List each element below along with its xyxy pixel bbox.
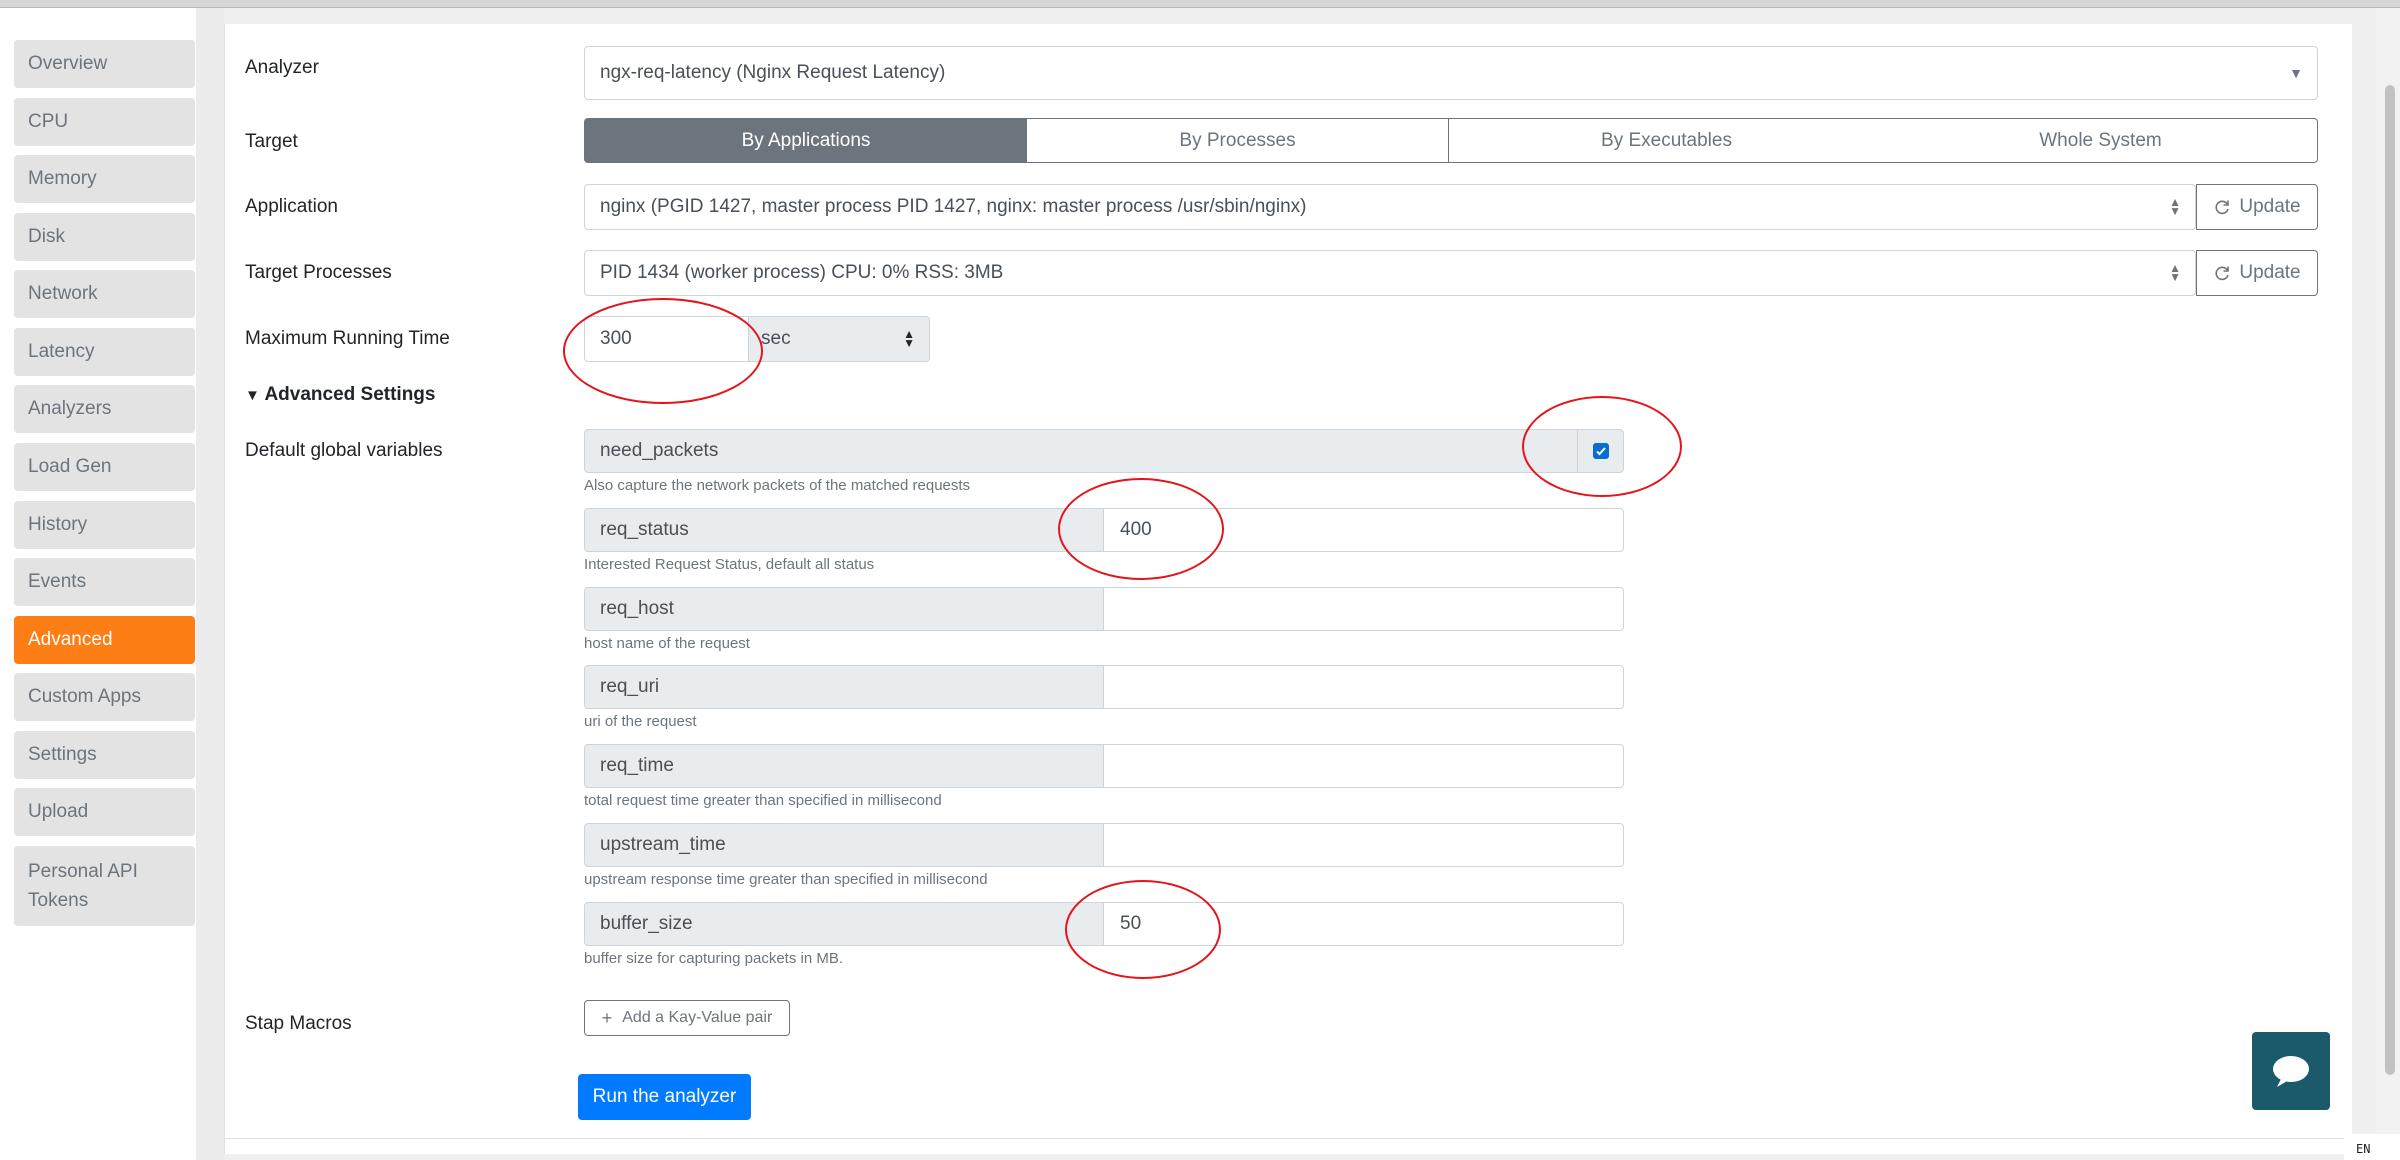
time-unit-value: sec	[761, 328, 791, 349]
chat-button[interactable]	[2252, 1032, 2330, 1110]
sidebar-item-history[interactable]: History	[14, 501, 195, 549]
update-label: Update	[2239, 262, 2301, 283]
sidebar-item-disk[interactable]: Disk	[14, 213, 195, 261]
req-host-input[interactable]	[1103, 587, 1624, 631]
sidebar: Overview CPU Memory Disk Network Latency…	[0, 8, 196, 1160]
chat-bubble-icon	[2273, 1056, 2309, 1087]
analyzer-label: Analyzer	[245, 57, 319, 78]
application-update-button[interactable]: Update	[2196, 184, 2318, 230]
max-running-time-label: Maximum Running Time	[245, 328, 450, 349]
application-label: Application	[245, 196, 338, 217]
sort-icon: ▲ ▼	[903, 327, 915, 350]
upstream-time-name: upstream_time	[584, 823, 1104, 867]
req-uri-input[interactable]	[1103, 665, 1624, 709]
application-value: nginx (PGID 1427, master process PID 142…	[600, 196, 1307, 217]
sidebar-item-advanced[interactable]: Advanced	[14, 616, 195, 664]
req-status-help: Interested Request Status, default all s…	[584, 556, 875, 573]
target-by-applications[interactable]: By Applications	[584, 118, 1028, 163]
req-status-input[interactable]: 400	[1103, 508, 1624, 552]
analyzer-select[interactable]: ngx-req-latency (Nginx Request Latency) …	[584, 46, 2318, 100]
advanced-settings-label: Advanced Settings	[264, 384, 436, 405]
update-label: Update	[2239, 196, 2301, 217]
req-time-help: total request time greater than specifie…	[584, 792, 942, 809]
sidebar-item-upload[interactable]: Upload	[14, 788, 195, 836]
sort-icon: ▲ ▼	[2169, 195, 2181, 218]
sidebar-item-settings[interactable]: Settings	[14, 731, 195, 779]
need-packets-help: Also capture the network packets of the …	[584, 477, 971, 494]
need-packets-name: need_packets	[584, 429, 1578, 473]
sidebar-item-events[interactable]: Events	[14, 558, 195, 606]
card-bottom-divider	[224, 1138, 2351, 1139]
stap-macros-label: Stap Macros	[245, 1013, 352, 1034]
req-uri-name: req_uri	[584, 665, 1104, 709]
sidebar-item-analyzers[interactable]: Analyzers	[14, 385, 195, 433]
refresh-icon	[2215, 200, 2230, 215]
window-top-edge	[0, 0, 2400, 8]
target-by-executables[interactable]: By Executables	[1448, 118, 1885, 163]
add-key-value-button[interactable]: + Add a Kay-Value pair	[584, 1000, 790, 1036]
req-uri-help: uri of the request	[584, 713, 697, 730]
sidebar-item-cpu[interactable]: CPU	[14, 98, 195, 146]
target-by-processes[interactable]: By Processes	[1027, 118, 1449, 163]
analyzer-value: ngx-req-latency (Nginx Request Latency)	[600, 62, 946, 83]
req-time-input[interactable]	[1103, 744, 1624, 788]
triangle-down-icon: ▼	[245, 387, 260, 404]
req-host-name: req_host	[584, 587, 1104, 631]
target-processes-update-button[interactable]: Update	[2196, 250, 2318, 296]
sidebar-item-network[interactable]: Network	[14, 270, 195, 318]
refresh-icon	[2215, 266, 2230, 281]
target-label: Target	[245, 131, 298, 152]
sidebar-item-memory[interactable]: Memory	[14, 155, 195, 203]
upstream-time-help: upstream response time greater than spec…	[584, 871, 988, 888]
req-host-help: host name of the request	[584, 635, 750, 652]
sidebar-item-custom-apps[interactable]: Custom Apps	[14, 673, 195, 721]
sidebar-item-overview[interactable]: Overview	[14, 40, 195, 88]
time-unit-select[interactable]: sec ▲ ▼	[748, 316, 930, 362]
add-key-value-label: Add a Kay-Value pair	[622, 1009, 773, 1026]
max-running-time-input[interactable]: 300	[584, 316, 749, 362]
check-icon	[1595, 447, 1606, 456]
sort-icon: ▲ ▼	[2169, 261, 2181, 284]
req-status-name: req_status	[584, 508, 1104, 552]
input-language-indicator[interactable]: EN	[2356, 1142, 2370, 1156]
default-globals-label: Default global variables	[245, 440, 443, 461]
buffer-size-input[interactable]: 50	[1103, 902, 1624, 946]
run-analyzer-button[interactable]: Run the analyzer	[578, 1074, 751, 1120]
plus-icon: +	[601, 1007, 613, 1028]
advanced-settings-toggle[interactable]: ▼ Advanced Settings	[245, 384, 435, 406]
buffer-size-name: buffer_size	[584, 902, 1104, 946]
system-tray: EN	[2344, 1134, 2400, 1160]
upstream-time-input[interactable]	[1103, 823, 1624, 867]
application-select[interactable]: nginx (PGID 1427, master process PID 142…	[584, 184, 2196, 230]
target-whole-system[interactable]: Whole System	[1884, 118, 2318, 163]
sidebar-item-latency[interactable]: Latency	[14, 328, 195, 376]
req-time-name: req_time	[584, 744, 1104, 788]
buffer-size-help: buffer size for capturing packets in MB.	[584, 950, 844, 967]
sidebar-item-load-gen[interactable]: Load Gen	[14, 443, 195, 491]
content-gutter	[196, 8, 224, 1160]
target-processes-select[interactable]: PID 1434 (worker process) CPU: 0% RSS: 3…	[584, 250, 2196, 296]
need-packets-checkbox[interactable]	[1592, 443, 1609, 459]
need-packets-checkbox-wrap	[1577, 429, 1624, 473]
target-processes-value: PID 1434 (worker process) CPU: 0% RSS: 3…	[600, 262, 1004, 283]
target-processes-label: Target Processes	[245, 262, 392, 283]
sidebar-item-personal-api-tokens[interactable]: Personal API Tokens	[14, 846, 195, 926]
sidebar-item-label: Personal API Tokens	[28, 861, 138, 911]
caret-down-icon: ▼	[2289, 65, 2303, 81]
scrollbar-thumb[interactable]	[2385, 85, 2395, 1075]
